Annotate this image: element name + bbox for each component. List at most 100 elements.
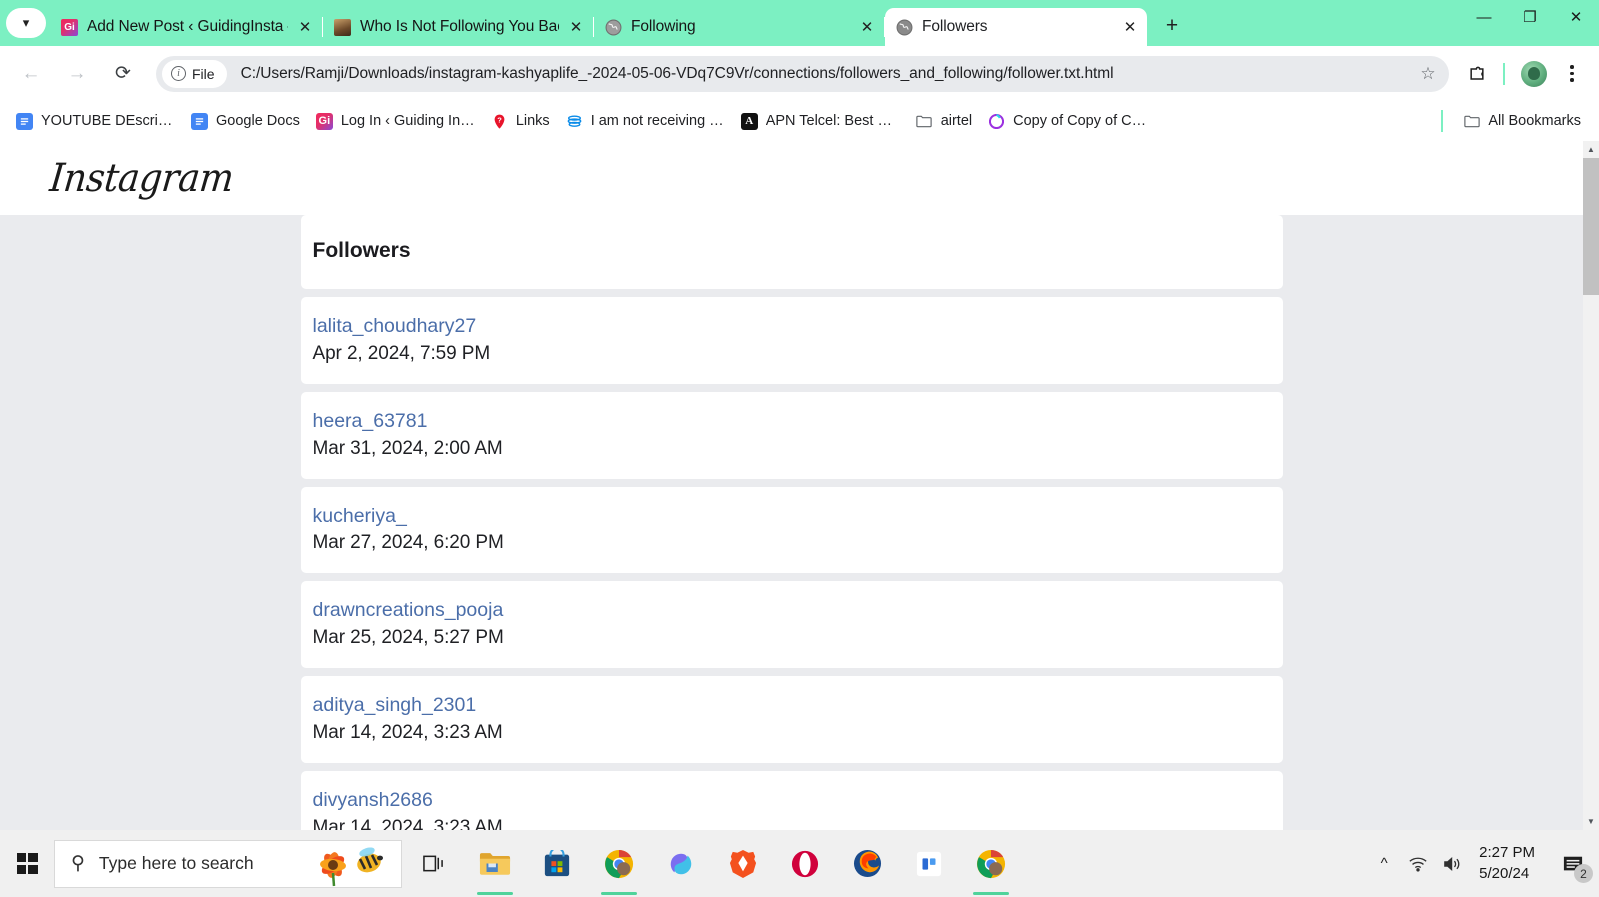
bookmark-star-icon[interactable]: ☆ (1411, 59, 1445, 89)
all-bookmarks-button[interactable]: All Bookmarks (1455, 107, 1589, 135)
notification-center-button[interactable]: 2 (1547, 830, 1599, 897)
follower-username-link[interactable]: drawncreations_pooja (313, 598, 1283, 624)
tab-close-icon[interactable]: ✕ (294, 16, 316, 38)
taskbar-task-view-button[interactable] (402, 830, 464, 897)
c-circle-icon (988, 113, 1005, 130)
globe-icon (605, 19, 622, 36)
att-icon (566, 113, 583, 130)
scroll-down-arrow-icon[interactable]: ▼ (1583, 813, 1599, 830)
close-window-button[interactable]: ✕ (1553, 0, 1599, 34)
question-pin-icon: ? (491, 113, 508, 130)
file-chip-label: File (192, 65, 215, 82)
list-item[interactable]: heera_63781 Mar 31, 2024, 2:00 AM (300, 391, 1283, 479)
bookmark-apn-telcel[interactable]: A APN Telcel: Best of... (733, 107, 908, 135)
follower-username-link[interactable]: heera_63781 (313, 409, 1283, 435)
taskbar-search-input[interactable]: ⚲ Type here to search (54, 839, 402, 888)
clock-time: 2:27 PM (1479, 844, 1535, 862)
folder-icon (916, 113, 933, 130)
followers-content: Followers lalita_choudhary27 Apr 2, 2024… (0, 215, 1583, 830)
follower-date: Mar 27, 2024, 6:20 PM (312, 532, 504, 554)
taskbar-mozilla-firefox[interactable] (836, 830, 898, 897)
bookmark-google-docs[interactable]: Google Docs (183, 107, 308, 135)
gi-icon: Gi (315, 112, 333, 130)
system-tray: ^ 2:27 PM 5/20/24 2 (1367, 830, 1599, 897)
browser-window: ▾ Gi Add New Post ‹ GuidingInsta — ✕ Who… (0, 0, 1599, 897)
tab-title: Add New Post ‹ GuidingInsta — (87, 18, 288, 35)
wifi-icon[interactable] (1401, 830, 1435, 897)
globe-icon (896, 19, 913, 36)
bookmark-label: APN Telcel: Best of... (765, 113, 900, 129)
photo-icon (334, 18, 351, 36)
bookmark-not-receiving-p[interactable]: I am not receiving p... (558, 107, 733, 135)
start-button[interactable] (0, 830, 54, 897)
tab-search-chevron-down-icon[interactable]: ▾ (6, 8, 46, 38)
clock-date: 5/20/24 (1479, 864, 1530, 882)
speaker-icon[interactable] (1435, 830, 1469, 897)
list-item[interactable]: drawncreations_pooja Mar 25, 2024, 5:27 … (300, 581, 1283, 669)
profile-avatar[interactable] (1521, 60, 1547, 87)
follower-username-link[interactable]: divyansh2686 (313, 788, 1283, 814)
bookmarks-divider (1441, 110, 1444, 132)
follower-username-link[interactable]: kucheriya_ (313, 504, 1283, 530)
svg-text:?: ? (497, 115, 502, 124)
taskbar-google-chrome-active[interactable] (960, 830, 1022, 897)
back-button[interactable]: ← (12, 55, 50, 93)
show-hidden-icons-chevron-up-icon[interactable]: ^ (1367, 830, 1401, 897)
taskbar-clock[interactable]: 2:27 PM 5/20/24 (1469, 843, 1547, 884)
page-title: Followers (312, 239, 411, 262)
notification-badge: 2 (1574, 864, 1593, 883)
list-item[interactable]: kucheriya_ Mar 27, 2024, 6:20 PM (300, 486, 1283, 574)
bookmark-airtel-folder[interactable]: airtel (908, 107, 980, 135)
bookmark-log-in-guiding-insta[interactable]: Gi Log In ‹ Guiding Ins... (308, 107, 483, 135)
tab-close-icon[interactable]: ✕ (856, 16, 878, 38)
window-controls: — ❐ ✕ (1461, 0, 1599, 46)
reload-button[interactable]: ⟳ (104, 55, 142, 93)
page-viewport: Instagram Followers lalita_choudhary27 A… (0, 141, 1599, 830)
followers-heading-card: Followers (300, 215, 1283, 289)
tab-close-icon[interactable]: ✕ (1119, 16, 1141, 38)
more-menu-icon[interactable] (1555, 65, 1589, 82)
card-list: Followers lalita_choudhary27 Apr 2, 2024… (0, 215, 1583, 830)
bookmark-links[interactable]: ? Links (483, 107, 558, 135)
taskbar-opera-browser[interactable] (774, 830, 836, 897)
taskbar-microsoft-store[interactable] (526, 830, 588, 897)
new-tab-button[interactable]: + (1157, 11, 1187, 41)
follower-username-link[interactable]: aditya_singh_2301 (313, 693, 1283, 719)
instagram-logo: Instagram (47, 155, 236, 201)
google-docs-icon (191, 112, 208, 130)
tab-who-is-not-following-you-back[interactable]: Who Is Not Following You Back ✕ (323, 8, 593, 46)
folder-icon (1463, 113, 1480, 130)
extensions-icon[interactable] (1459, 56, 1495, 92)
taskbar-file-explorer[interactable] (464, 830, 526, 897)
forward-button[interactable]: → (58, 55, 96, 93)
bookmark-copy-of-copy-of-co[interactable]: Copy of Copy of Co... (980, 107, 1155, 135)
taskbar-google-chrome[interactable] (588, 830, 650, 897)
scroll-up-arrow-icon[interactable]: ▲ (1583, 141, 1599, 158)
page-scrollbar[interactable]: ▲ ▼ (1583, 141, 1599, 830)
list-item[interactable]: divyansh2686 Mar 14, 2024, 3:23 AM (300, 771, 1283, 830)
scrollbar-thumb[interactable] (1583, 158, 1599, 295)
tab-title: Followers (922, 18, 988, 35)
file-scheme-chip[interactable]: i File (162, 59, 227, 88)
tab-add-new-post[interactable]: Gi Add New Post ‹ GuidingInsta — ✕ (50, 8, 322, 46)
list-item[interactable]: lalita_choudhary27 Apr 2, 2024, 7:59 PM (300, 297, 1283, 384)
follower-username-link[interactable]: lalita_choudhary27 (313, 314, 1283, 340)
tab-following[interactable]: Following ✕ (594, 8, 884, 46)
tab-close-icon[interactable]: ✕ (565, 16, 587, 38)
maximize-button[interactable]: ❐ (1507, 0, 1553, 34)
tab-followers[interactable]: Followers ✕ (885, 8, 1147, 46)
follower-date: Apr 2, 2024, 7:59 PM (312, 342, 491, 364)
bookmark-label: Log In ‹ Guiding Ins... (340, 113, 475, 129)
taskbar-brave-browser[interactable] (712, 830, 774, 897)
bookmarks-bar: YOUTUBE DEscripti... Google Docs Gi Log … (0, 101, 1599, 141)
list-item[interactable]: aditya_singh_2301 Mar 14, 2024, 3:23 AM (300, 676, 1283, 764)
minimize-button[interactable]: — (1461, 0, 1507, 34)
taskbar-microsoft-365[interactable] (650, 830, 712, 897)
taskbar-teams-app[interactable] (898, 830, 960, 897)
google-docs-icon (16, 112, 33, 130)
bookmark-youtube-description[interactable]: YOUTUBE DEscripti... (8, 107, 183, 135)
address-bar[interactable]: i File C:/Users/Ramji/Downloads/instagra… (156, 55, 1449, 92)
bookmark-label: YOUTUBE DEscripti... (41, 113, 175, 129)
url-text[interactable]: C:/Users/Ramji/Downloads/instagram-kashy… (227, 65, 1411, 83)
toolbar-divider (1503, 62, 1505, 85)
